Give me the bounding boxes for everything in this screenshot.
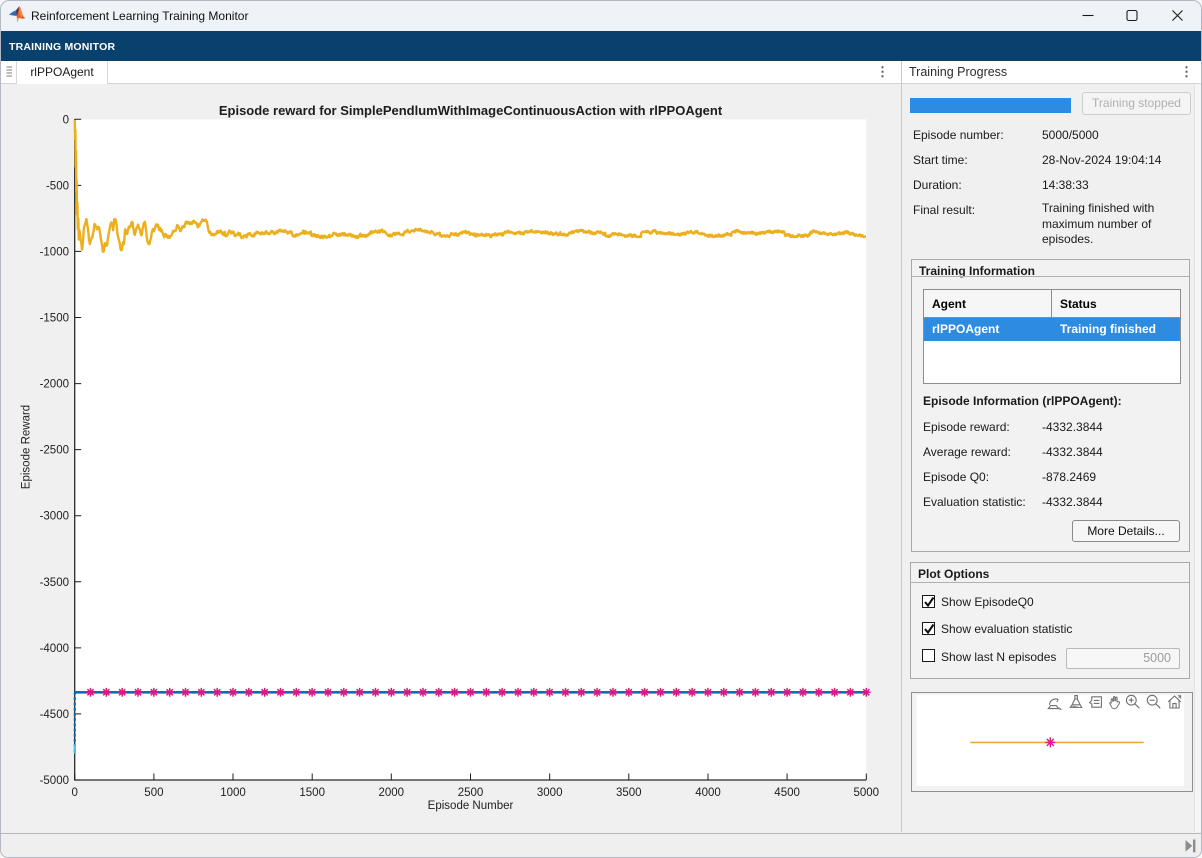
svg-text:-1500: -1500 bbox=[40, 313, 69, 325]
svg-text:Episode reward for SimplePendl: Episode reward for SimplePendlumWithImag… bbox=[219, 103, 723, 118]
svg-text:-2500: -2500 bbox=[40, 445, 69, 457]
svg-text:500: 500 bbox=[144, 787, 163, 799]
svg-text:3000: 3000 bbox=[537, 787, 563, 799]
svg-text:-5000: -5000 bbox=[40, 775, 69, 787]
svg-text:-4500: -4500 bbox=[40, 709, 69, 721]
svg-text:-3000: -3000 bbox=[40, 511, 69, 523]
svg-text:0: 0 bbox=[71, 787, 77, 799]
svg-text:Episode Number: Episode Number bbox=[428, 800, 514, 812]
svg-text:-500: -500 bbox=[46, 180, 69, 192]
svg-text:-1000: -1000 bbox=[40, 246, 69, 258]
svg-text:1000: 1000 bbox=[220, 787, 246, 799]
svg-text:Episode Reward: Episode Reward bbox=[21, 405, 33, 489]
svg-text:4500: 4500 bbox=[774, 787, 800, 799]
svg-text:3500: 3500 bbox=[616, 787, 642, 799]
svg-text:-4000: -4000 bbox=[40, 643, 69, 655]
svg-text:0: 0 bbox=[63, 114, 69, 126]
svg-text:1500: 1500 bbox=[299, 787, 325, 799]
svg-text:4000: 4000 bbox=[695, 787, 721, 799]
svg-text:2000: 2000 bbox=[379, 787, 405, 799]
svg-text:5000: 5000 bbox=[854, 787, 880, 799]
svg-text:2500: 2500 bbox=[458, 787, 484, 799]
svg-text:-3500: -3500 bbox=[40, 577, 69, 589]
svg-text:-2000: -2000 bbox=[40, 379, 69, 391]
